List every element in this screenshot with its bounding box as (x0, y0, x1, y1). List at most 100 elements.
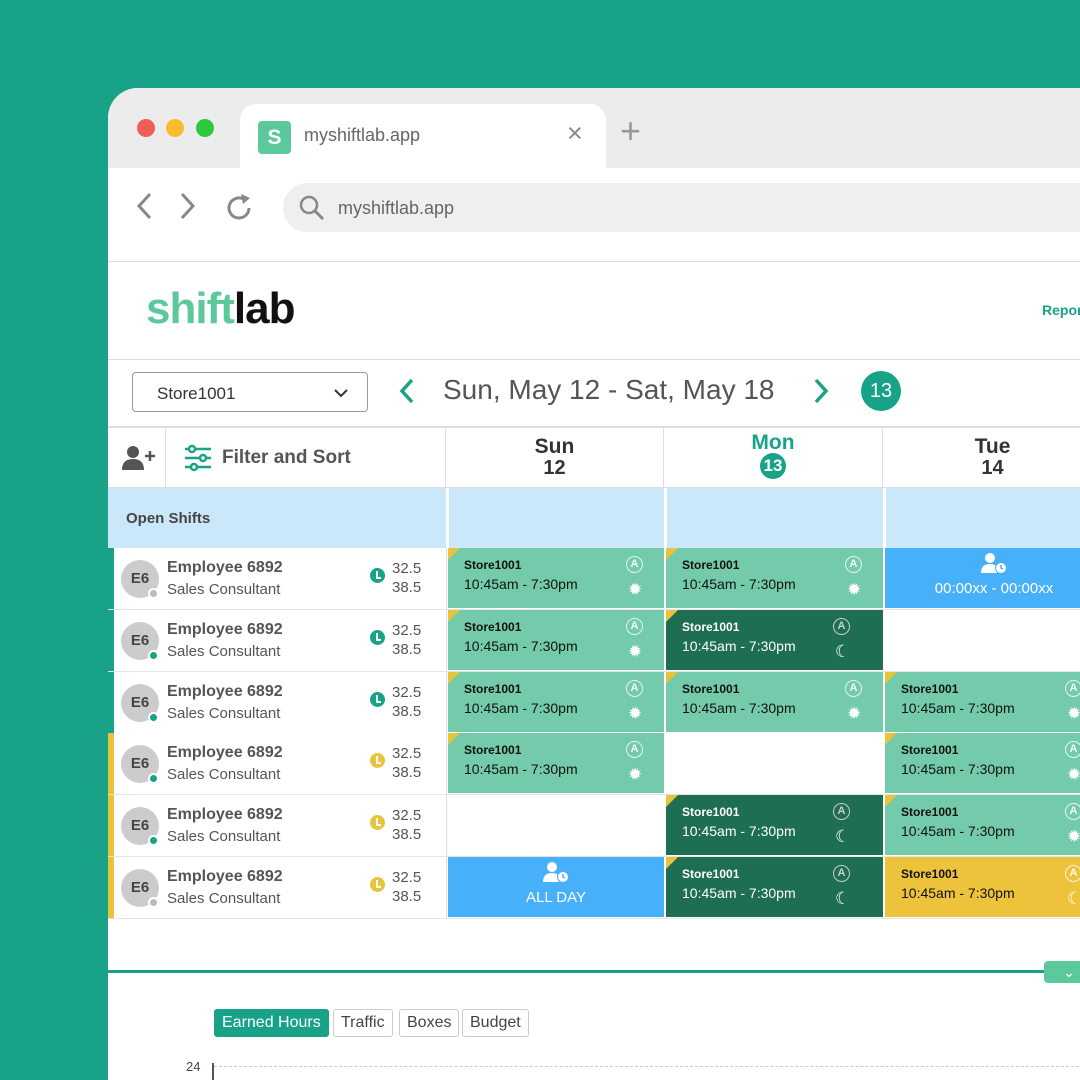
store-select[interactable]: Store1001 (132, 372, 368, 412)
open-shifts-label: Open Shifts (126, 510, 211, 527)
maximize-window-dot[interactable] (196, 119, 214, 137)
gridline (214, 1066, 1080, 1067)
shift-block[interactable]: Store1001 10:45am - 7:30pm A ☾ (885, 857, 1080, 917)
filter-sort-button[interactable]: Filter and Sort (166, 428, 446, 488)
shift-store: Store1001 (682, 805, 740, 819)
sun-icon: ✹ (628, 642, 643, 661)
availability-icon: A (1065, 803, 1080, 820)
employee-row: E6 Employee 6892 Sales Consultant 32.5 38.5 S… (108, 795, 1080, 857)
availability-icon: A (626, 556, 643, 573)
availability-icon: A (833, 618, 850, 635)
day-name: Mon (751, 431, 795, 454)
reports-nav-link[interactable]: Repor (1042, 302, 1080, 318)
employee-name[interactable]: Employee 6892 (167, 744, 283, 762)
shift-block[interactable]: Store1001 10:45am - 7:30pm A ✹ (448, 733, 664, 793)
favicon-icon: S (258, 121, 291, 154)
open-shift-cell[interactable] (446, 488, 664, 548)
shift-time: 10:45am - 7:30pm (682, 823, 796, 839)
add-employee-button[interactable] (108, 428, 166, 488)
url-text: myshiftlab.app (338, 198, 455, 218)
shift-block[interactable]: Store1001 10:45am - 7:30pm A ☾ (666, 857, 883, 917)
address-bar[interactable]: myshiftlab.app (283, 183, 1080, 232)
tab-budget[interactable]: Budget (462, 1009, 529, 1037)
status-bar (108, 672, 114, 733)
status-bar (108, 733, 114, 794)
y-axis-tick: 24 (186, 1059, 201, 1074)
open-shift-cell[interactable] (883, 488, 1080, 548)
divider (446, 795, 447, 856)
max-hours: 38.5 (392, 764, 422, 781)
flag-corner (666, 610, 678, 622)
shift-store: Store1001 (901, 805, 959, 819)
shift-time: 10:45am - 7:30pm (464, 638, 578, 654)
back-icon[interactable] (134, 191, 156, 229)
chevron-down-icon (333, 386, 349, 404)
previous-week-icon[interactable] (398, 376, 416, 413)
clock-icon (370, 630, 385, 645)
collapse-panel-icon[interactable]: ⌄ (1044, 961, 1080, 983)
employee-name[interactable]: Employee 6892 (167, 559, 283, 577)
day-number: 12 (543, 457, 566, 479)
forward-icon[interactable] (176, 191, 198, 229)
new-tab-icon[interactable]: + (620, 113, 641, 149)
shift-block[interactable]: Store1001 10:45am - 7:30pm A ✹ (885, 795, 1080, 855)
shift-time: 10:45am - 7:30pm (682, 576, 796, 592)
employee-name[interactable]: Employee 6892 (167, 868, 283, 886)
shift-time: 10:45am - 7:30pm (901, 823, 1015, 839)
open-shift-cell[interactable] (664, 488, 883, 548)
sun-icon: ✹ (1067, 704, 1080, 723)
employee-row: E6 Employee 6892 Sales Consultant 32.5 38.5 A… (108, 857, 1080, 919)
minimize-window-dot[interactable] (166, 119, 184, 137)
shift-block[interactable]: Store1001 10:45am - 7:30pm A ☾ (666, 610, 883, 670)
scheduled-hours: 32.5 (392, 807, 422, 824)
reload-icon[interactable] (224, 193, 254, 231)
sun-icon: ✹ (628, 580, 643, 599)
moon-icon: ☾ (835, 642, 851, 661)
shift-block[interactable]: Store1001 10:45am - 7:30pm A ✹ (666, 672, 883, 732)
day-header-tue[interactable]: Tue 14 (883, 428, 1080, 488)
time-off-label: ALL DAY (525, 889, 587, 906)
sun-icon: ✹ (1067, 827, 1080, 846)
tab-boxes[interactable]: Boxes (399, 1009, 460, 1037)
sun-icon: ✹ (628, 704, 643, 723)
shiftlab-logo[interactable]: shiftlab (146, 284, 295, 334)
employee-name[interactable]: Employee 6892 (167, 683, 283, 701)
divider (446, 610, 447, 671)
shift-block[interactable]: Store1001 10:45am - 7:30pm A ✹ (448, 548, 664, 608)
employee-role: Sales Consultant (167, 890, 281, 907)
presence-dot (148, 712, 159, 723)
shift-block[interactable]: Store1001 10:45am - 7:30pm A ✹ (448, 610, 664, 670)
divider (446, 672, 447, 733)
moon-icon: ☾ (1067, 889, 1080, 908)
shift-block[interactable]: Store1001 10:45am - 7:30pm A ✹ (666, 548, 883, 608)
next-week-icon[interactable] (812, 376, 830, 413)
employee-name[interactable]: Employee 6892 (167, 621, 283, 639)
shift-block[interactable]: Store1001 10:45am - 7:30pm A ☾ (666, 795, 883, 855)
day-header-sun[interactable]: Sun 12 (446, 428, 664, 488)
tab-earned-hours[interactable]: Earned Hours (214, 1009, 329, 1037)
availability-icon: A (626, 741, 643, 758)
browser-tab[interactable]: S myshiftlab.app × (240, 104, 606, 168)
close-tab-icon[interactable]: × (567, 118, 583, 148)
employee-row: E6 Employee 6892 Sales Consultant 32.5 38.5 S… (108, 548, 1080, 610)
shift-block[interactable]: Store1001 10:45am - 7:30pm A ✹ (885, 733, 1080, 793)
time-off-block[interactable]: 00:00xx - 00:00xx (885, 548, 1080, 608)
shift-block[interactable]: Store1001 10:45am - 7:30pm A ✹ (448, 672, 664, 732)
time-off-label: 00:00xx - 00:00xx (934, 580, 1054, 597)
close-window-dot[interactable] (137, 119, 155, 137)
today-button[interactable]: 13 (861, 371, 901, 411)
presence-dot (148, 835, 159, 846)
flag-corner (448, 672, 460, 684)
flag-corner (885, 795, 897, 807)
employee-role: Sales Consultant (167, 705, 281, 722)
day-name: Tue (974, 435, 1011, 458)
time-off-block[interactable]: ALL DAY (448, 857, 664, 917)
divider (446, 548, 447, 609)
shift-time: 10:45am - 7:30pm (682, 885, 796, 901)
day-header-mon[interactable]: Mon 13 (664, 428, 883, 488)
max-hours: 38.5 (392, 579, 422, 596)
employee-name[interactable]: Employee 6892 (167, 806, 283, 824)
tab-traffic[interactable]: Traffic (333, 1009, 393, 1037)
presence-dot (148, 650, 159, 661)
shift-block[interactable]: Store1001 10:45am - 7:30pm A ✹ (885, 672, 1080, 732)
